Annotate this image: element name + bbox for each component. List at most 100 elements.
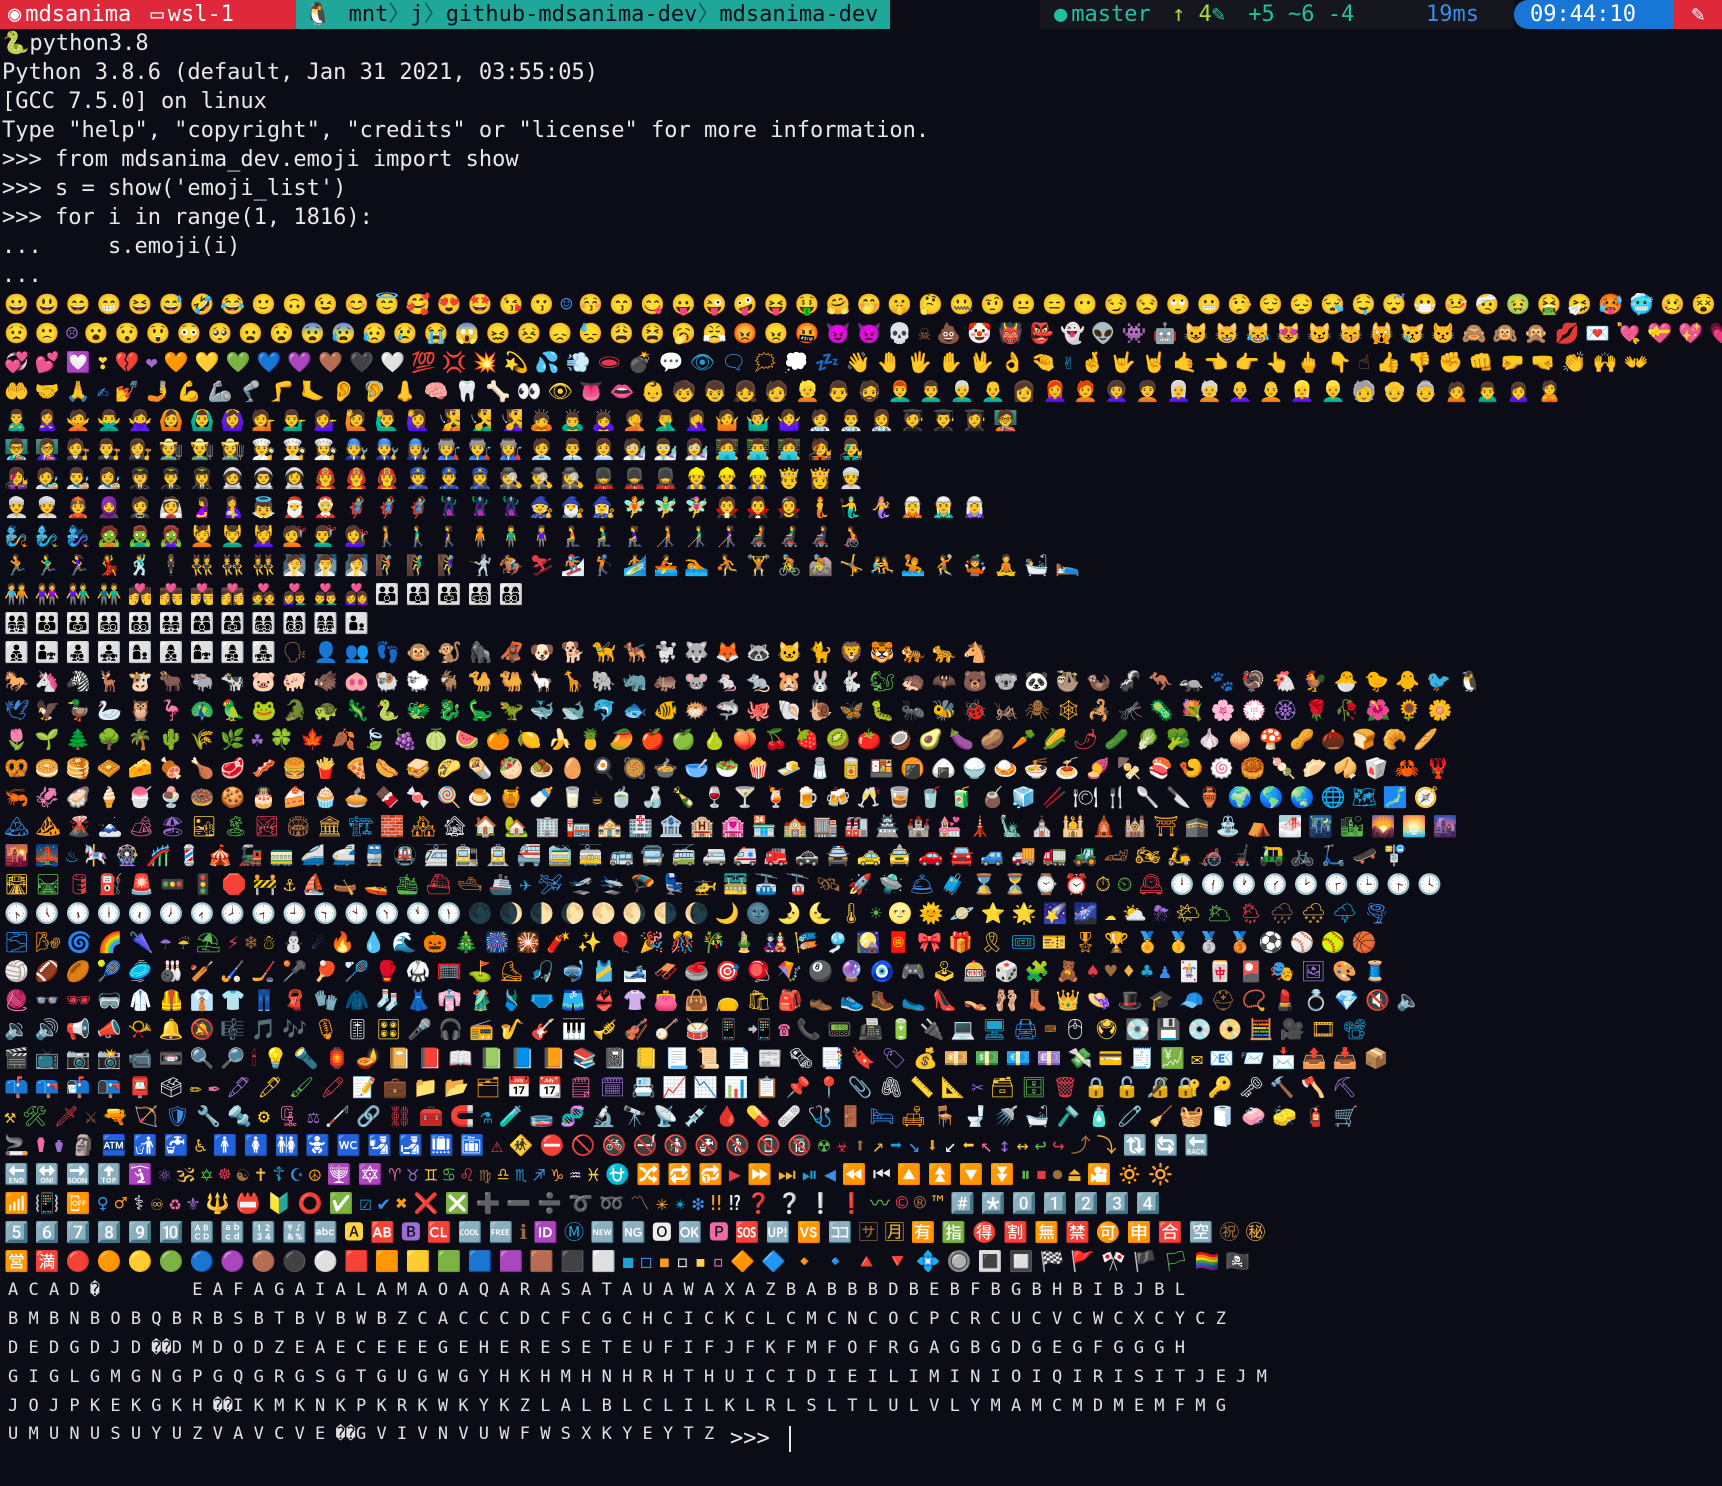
emoji-glyph: 🚉 — [454, 843, 486, 867]
emoji-glyph: 📪 — [34, 1075, 66, 1099]
emoji-glyph: 🌫 — [4, 930, 36, 954]
emoji-glyph: 🧒 — [671, 379, 703, 403]
emoji-glyph: 🤗 — [825, 292, 857, 316]
emoji-glyph: 👩 — [374, 466, 406, 490]
emoji-glyph: ♦ — [1122, 959, 1141, 983]
emoji-glyph: 🙆 — [158, 408, 190, 432]
emoji-glyph: 📅 — [506, 1075, 538, 1099]
emoji-glyph: 💟 — [65, 350, 97, 374]
emoji-glyph: 🌄 — [1370, 814, 1402, 838]
emoji-glyph: 🥩 — [220, 756, 252, 780]
emoji-glyph: 🎹 — [561, 1017, 593, 1041]
emoji-glyph: 🧕 — [96, 495, 128, 519]
emoji-glyph: 🔡 — [220, 1220, 252, 1244]
flag-letter-row: U M U N U S U Y U Z V A V C V E ��G V I … — [8, 1424, 715, 1444]
emoji-glyph: 🥬 — [1135, 727, 1167, 751]
git-segment: ● master ↑ 4✎ +5 ~6 -4 — [1040, 0, 1412, 29]
emoji-glyph: 💾 — [1156, 1017, 1188, 1041]
emoji-glyph: 🔞 — [787, 1133, 818, 1157]
emoji-glyph: 🏂 — [560, 553, 592, 577]
emoji-glyph: 🗜 — [275, 1104, 308, 1128]
emoji-glyph: 👱 — [1289, 379, 1321, 403]
emoji-glyph: ☢ — [817, 1133, 836, 1157]
emoji-glyph: 🌺 — [1365, 698, 1397, 722]
emoji-glyph: 🕶 — [65, 988, 98, 1012]
emoji-glyph: 🪐 — [949, 901, 981, 925]
input-prompt[interactable]: >>> — [730, 1424, 791, 1453]
emoji-glyph: 🧍 — [498, 524, 530, 548]
emoji-glyph: ◀ — [823, 1162, 842, 1186]
emoji-glyph: 😈 — [825, 321, 857, 345]
emoji-glyph: 🎵 — [251, 1017, 283, 1041]
emoji-glyph: 🔺 — [854, 1249, 885, 1273]
emoji-glyph: 👩 — [282, 582, 314, 606]
emoji-glyph: 🤏 — [1031, 350, 1062, 374]
emoji-glyph: 🙅 — [127, 408, 159, 432]
emoji-glyph: 🤟 — [1110, 350, 1142, 374]
emoji-glyph: 🤵 — [127, 495, 159, 519]
emoji-glyph: 🗿 — [71, 1133, 102, 1157]
emoji-glyph: 👋 — [845, 350, 877, 374]
emoji-glyph: 👤 — [313, 640, 345, 664]
emoji-glyph: 🪀 — [746, 959, 778, 983]
emoji-glyph: 💈 — [176, 843, 208, 867]
emoji-glyph: 🎰 — [963, 959, 994, 983]
emoji-glyph: 🧤 — [313, 988, 345, 1012]
python-console[interactable]: 🐍python3.8 Python 3.8.6 (default, Jan 31… — [0, 29, 1722, 290]
emoji-glyph: 🏛 — [316, 814, 349, 838]
emoji-glyph: 🥇 — [1166, 930, 1197, 954]
emoji-glyph: 🖼 — [1300, 959, 1332, 983]
emoji-glyph: ⚜ — [186, 1191, 205, 1215]
emoji-glyph: 🚊 — [485, 843, 517, 867]
emoji-glyph: ⬜ — [591, 1249, 623, 1273]
emoji-glyph: 🛫 — [568, 872, 600, 896]
emoji-glyph: 💕 — [34, 350, 66, 374]
emoji-glyph: 🦿 — [238, 379, 270, 403]
emoji-glyph: 🚚 — [1011, 843, 1042, 867]
emoji-glyph: 👢 — [1024, 988, 1056, 1012]
emoji-glyph: 🔋 — [888, 1017, 920, 1041]
emoji-glyph: 🧑 — [838, 524, 870, 548]
emoji-glyph: ♒ — [569, 1162, 588, 1186]
emoji-glyph: 🔎 — [220, 1046, 252, 1070]
emoji-glyph: 🥎 — [1320, 930, 1352, 954]
emoji-glyph: 🚧 — [252, 872, 284, 896]
emoji-glyph: 🍱 — [869, 756, 901, 780]
emoji-glyph: 🎂 — [251, 785, 283, 809]
emoji-glyph: 🥜 — [1289, 727, 1321, 751]
emoji-glyph: 🦞 — [1425, 756, 1457, 780]
emoji-glyph: 🍽 — [1072, 785, 1105, 809]
emoji-glyph: 👩 — [343, 582, 375, 606]
emoji-row: 🤲🤝🙏✍💅🤳💪🦾🦿🦵🦶👂🦻👃🧠🦷🦴👀👁👅👄👶🧒👦👧🧑👱👨🧔👨‍🦰👨‍🦱👨‍🦳👨‍… — [4, 377, 1568, 406]
emoji-glyph: 🐠 — [653, 698, 685, 722]
emoji-glyph: 🗝 — [1238, 1075, 1270, 1099]
emoji-glyph: 🌈 — [97, 930, 129, 954]
emoji-glyph: 🎛 — [375, 1017, 408, 1041]
emoji-glyph: 🔀 — [636, 1162, 668, 1186]
emoji-glyph: 💊 — [745, 1104, 777, 1128]
emoji-glyph: 🤐 — [949, 292, 981, 316]
emoji-glyph: 💃 — [96, 553, 128, 577]
emoji-glyph: 😇 — [374, 292, 406, 316]
emoji-glyph: 🗒 — [568, 1075, 600, 1099]
emoji-glyph: 🔸 — [792, 1249, 824, 1273]
emoji-glyph: 🚶 — [374, 524, 406, 548]
emoji-glyph: 😝 — [763, 292, 795, 316]
emoji-glyph: ☂ — [159, 930, 178, 954]
emoji-glyph: 📕 — [417, 1046, 449, 1070]
emoji-glyph: 💇 — [343, 524, 375, 548]
emoji-glyph: 🏥 — [627, 814, 659, 838]
emoji-glyph: 🧑 — [343, 437, 375, 461]
emoji-glyph: 🏗 — [348, 814, 380, 838]
emoji-glyph: 🉑 — [1095, 1220, 1127, 1244]
emoji-glyph: 🦎 — [344, 698, 376, 722]
emoji-glyph: 🚖 — [887, 843, 919, 867]
emoji-glyph: 🍾 — [671, 785, 702, 809]
emoji-glyph: 👨 — [65, 640, 97, 664]
emoji-glyph: 🙄 — [1165, 292, 1197, 316]
emoji-glyph: 🧑 — [313, 466, 344, 490]
emoji-glyph: 😹 — [1245, 321, 1277, 345]
emoji-glyph: 🛅 — [459, 1133, 491, 1157]
emoji-glyph: 🛁 — [1024, 1104, 1056, 1128]
emoji-glyph: 🥿 — [901, 988, 933, 1012]
